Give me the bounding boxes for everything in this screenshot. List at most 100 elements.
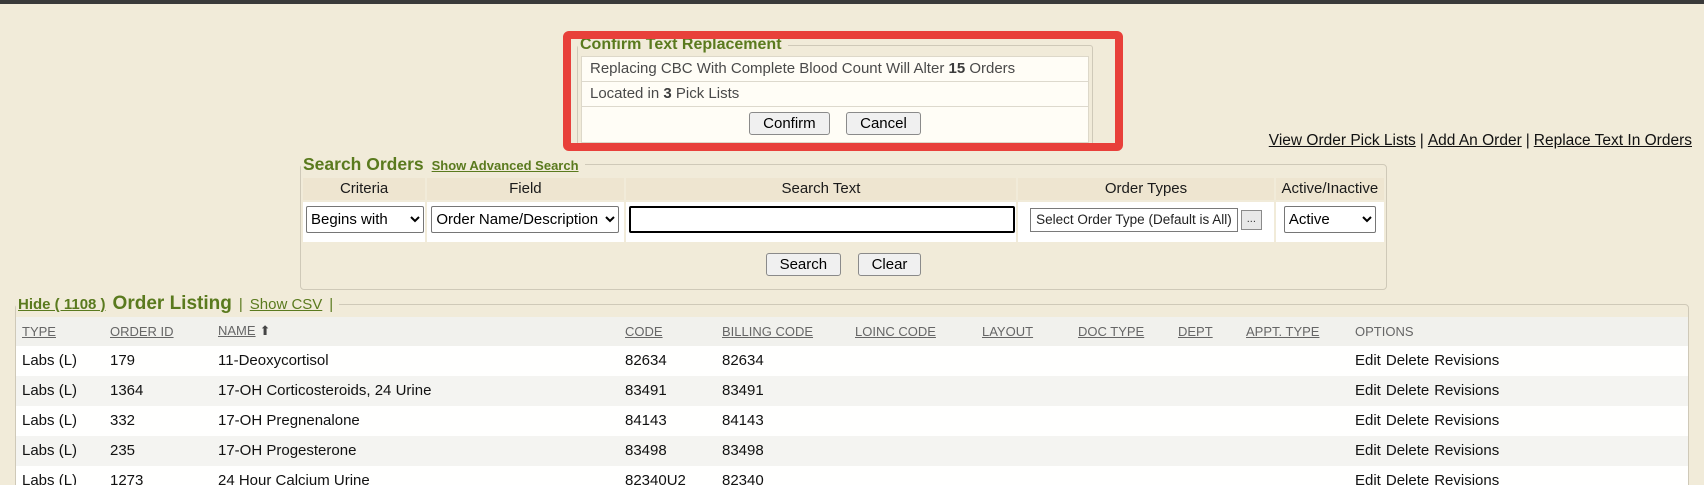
cell-doc-type <box>1072 466 1172 485</box>
confirm-dialog-title: Confirm Text Replacement <box>578 36 788 54</box>
active-inactive-header: Active/Inactive <box>1276 178 1384 200</box>
delete-link[interactable]: Delete <box>1386 352 1429 369</box>
cell-type: Labs (L) <box>16 466 104 485</box>
billing-code-sort-link[interactable]: BILLING CODE <box>722 324 813 339</box>
code-sort-link[interactable]: CODE <box>625 324 663 339</box>
cell-layout <box>976 346 1072 376</box>
search-text-cell <box>626 202 1017 242</box>
appt-type-sort-link[interactable]: APPT. TYPE <box>1246 324 1319 339</box>
legend-separator: | <box>239 296 243 313</box>
search-text-input[interactable] <box>629 206 1015 233</box>
replace-text-in-orders-link[interactable]: Replace Text In Orders <box>1534 132 1692 149</box>
loinc-code-sort-link[interactable]: LOINC CODE <box>855 324 936 339</box>
cell-doc-type <box>1072 376 1172 406</box>
top-border-bar <box>0 0 1704 4</box>
cell-dept <box>1172 466 1240 485</box>
search-header-row: Criteria Field Search Text Order Types A… <box>303 178 1384 200</box>
order-listing-legend: Hide ( 1108 ) Order Listing | Show CSV | <box>16 293 339 315</box>
col-code: CODE <box>619 317 716 346</box>
cell-type: Labs (L) <box>16 346 104 376</box>
edit-link[interactable]: Edit <box>1355 412 1381 429</box>
order-type-browse-button[interactable]: ... <box>1241 210 1262 230</box>
cell-order-id: 1273 <box>104 466 212 485</box>
doc-type-sort-link[interactable]: DOC TYPE <box>1078 324 1144 339</box>
cell-doc-type <box>1072 406 1172 436</box>
cell-code: 82340U2 <box>619 466 716 485</box>
cell-order-id: 332 <box>104 406 212 436</box>
cell-loinc-code <box>849 346 976 376</box>
revisions-link[interactable]: Revisions <box>1434 382 1499 399</box>
search-orders-legend: Search Orders Show Advanced Search <box>301 154 585 175</box>
legend-separator: | <box>329 296 333 313</box>
layout-sort-link[interactable]: LAYOUT <box>982 324 1033 339</box>
search-form-table: Criteria Field Search Text Order Types A… <box>301 176 1386 244</box>
order-listing-table: TYPE ORDER ID NAME⬆ CODE BILLING CODE LO… <box>16 317 1688 485</box>
dept-sort-link[interactable]: DEPT <box>1178 324 1213 339</box>
cell-name: 17-OH Corticosteroids, 24 Urine <box>212 376 619 406</box>
edit-link[interactable]: Edit <box>1355 442 1381 459</box>
view-order-pick-lists-link[interactable]: View Order Pick Lists <box>1269 132 1416 149</box>
show-advanced-search-link[interactable]: Show Advanced Search <box>432 158 579 173</box>
revisions-link[interactable]: Revisions <box>1434 352 1499 369</box>
hide-count-link[interactable]: Hide ( 1108 ) <box>18 296 106 313</box>
order-type-value[interactable]: Select Order Type (Default is All) <box>1030 208 1238 232</box>
col-billing-code: BILLING CODE <box>716 317 849 346</box>
cell-code: 83498 <box>619 436 716 466</box>
col-loinc-code: LOINC CODE <box>849 317 976 346</box>
cell-billing-code: 82340 <box>716 466 849 485</box>
order-types-cell: Select Order Type (Default is All) ... <box>1018 202 1273 242</box>
clear-button[interactable]: Clear <box>858 253 922 276</box>
cancel-button[interactable]: Cancel <box>846 112 921 135</box>
cell-billing-code: 82634 <box>716 346 849 376</box>
cell-options: Edit Delete Revisions <box>1349 436 1688 466</box>
search-button[interactable]: Search <box>766 253 842 276</box>
col-options: OPTIONS <box>1349 317 1688 346</box>
add-an-order-link[interactable]: Add An Order <box>1428 132 1522 149</box>
confirm-button[interactable]: Confirm <box>749 112 830 135</box>
edit-link[interactable]: Edit <box>1355 382 1381 399</box>
revisions-link[interactable]: Revisions <box>1434 472 1499 485</box>
type-sort-link[interactable]: TYPE <box>22 324 56 339</box>
order-types-header: Order Types <box>1018 178 1273 200</box>
cell-options: Edit Delete Revisions <box>1349 346 1688 376</box>
cell-billing-code: 83498 <box>716 436 849 466</box>
edit-link[interactable]: Edit <box>1355 472 1381 485</box>
edit-link[interactable]: Edit <box>1355 352 1381 369</box>
cell-loinc-code <box>849 406 976 436</box>
active-inactive-select[interactable]: Active <box>1284 206 1376 233</box>
revisions-link[interactable]: Revisions <box>1434 442 1499 459</box>
criteria-select[interactable]: Begins with <box>306 206 424 233</box>
order-type-picker: Select Order Type (Default is All) ... <box>1030 208 1262 232</box>
field-cell: Order Name/Description <box>427 202 623 242</box>
table-row: Labs (L) 179 11-Deoxycortisol 82634 8263… <box>16 346 1688 376</box>
nav-separator: | <box>1420 132 1424 149</box>
delete-link[interactable]: Delete <box>1386 472 1429 485</box>
cell-layout <box>976 436 1072 466</box>
cell-dept <box>1172 436 1240 466</box>
name-sort-link[interactable]: NAME <box>218 323 256 338</box>
cell-dept <box>1172 406 1240 436</box>
orders-count: 15 <box>948 60 965 77</box>
cell-doc-type <box>1072 346 1172 376</box>
cell-type: Labs (L) <box>16 406 104 436</box>
cell-order-id: 179 <box>104 346 212 376</box>
cell-loinc-code <box>849 466 976 485</box>
cell-type: Labs (L) <box>16 376 104 406</box>
field-select[interactable]: Order Name/Description <box>431 206 619 233</box>
active-inactive-cell: Active <box>1276 202 1384 242</box>
delete-link[interactable]: Delete <box>1386 412 1429 429</box>
order-id-sort-link[interactable]: ORDER ID <box>110 324 174 339</box>
show-csv-link[interactable]: Show CSV <box>250 296 323 313</box>
revisions-link[interactable]: Revisions <box>1434 412 1499 429</box>
cell-appt-type <box>1240 406 1349 436</box>
confirm-message-line2: Located in 3 Pick Lists <box>582 82 1088 107</box>
cell-appt-type <box>1240 466 1349 485</box>
cell-options: Edit Delete Revisions <box>1349 376 1688 406</box>
delete-link[interactable]: Delete <box>1386 442 1429 459</box>
cell-options: Edit Delete Revisions <box>1349 466 1688 485</box>
delete-link[interactable]: Delete <box>1386 382 1429 399</box>
table-row: Labs (L) 332 17-OH Pregnenalone 84143 84… <box>16 406 1688 436</box>
cell-name: 11-Deoxycortisol <box>212 346 619 376</box>
field-header: Field <box>427 178 623 200</box>
search-orders-panel: Search Orders Show Advanced Search Crite… <box>300 154 1387 290</box>
